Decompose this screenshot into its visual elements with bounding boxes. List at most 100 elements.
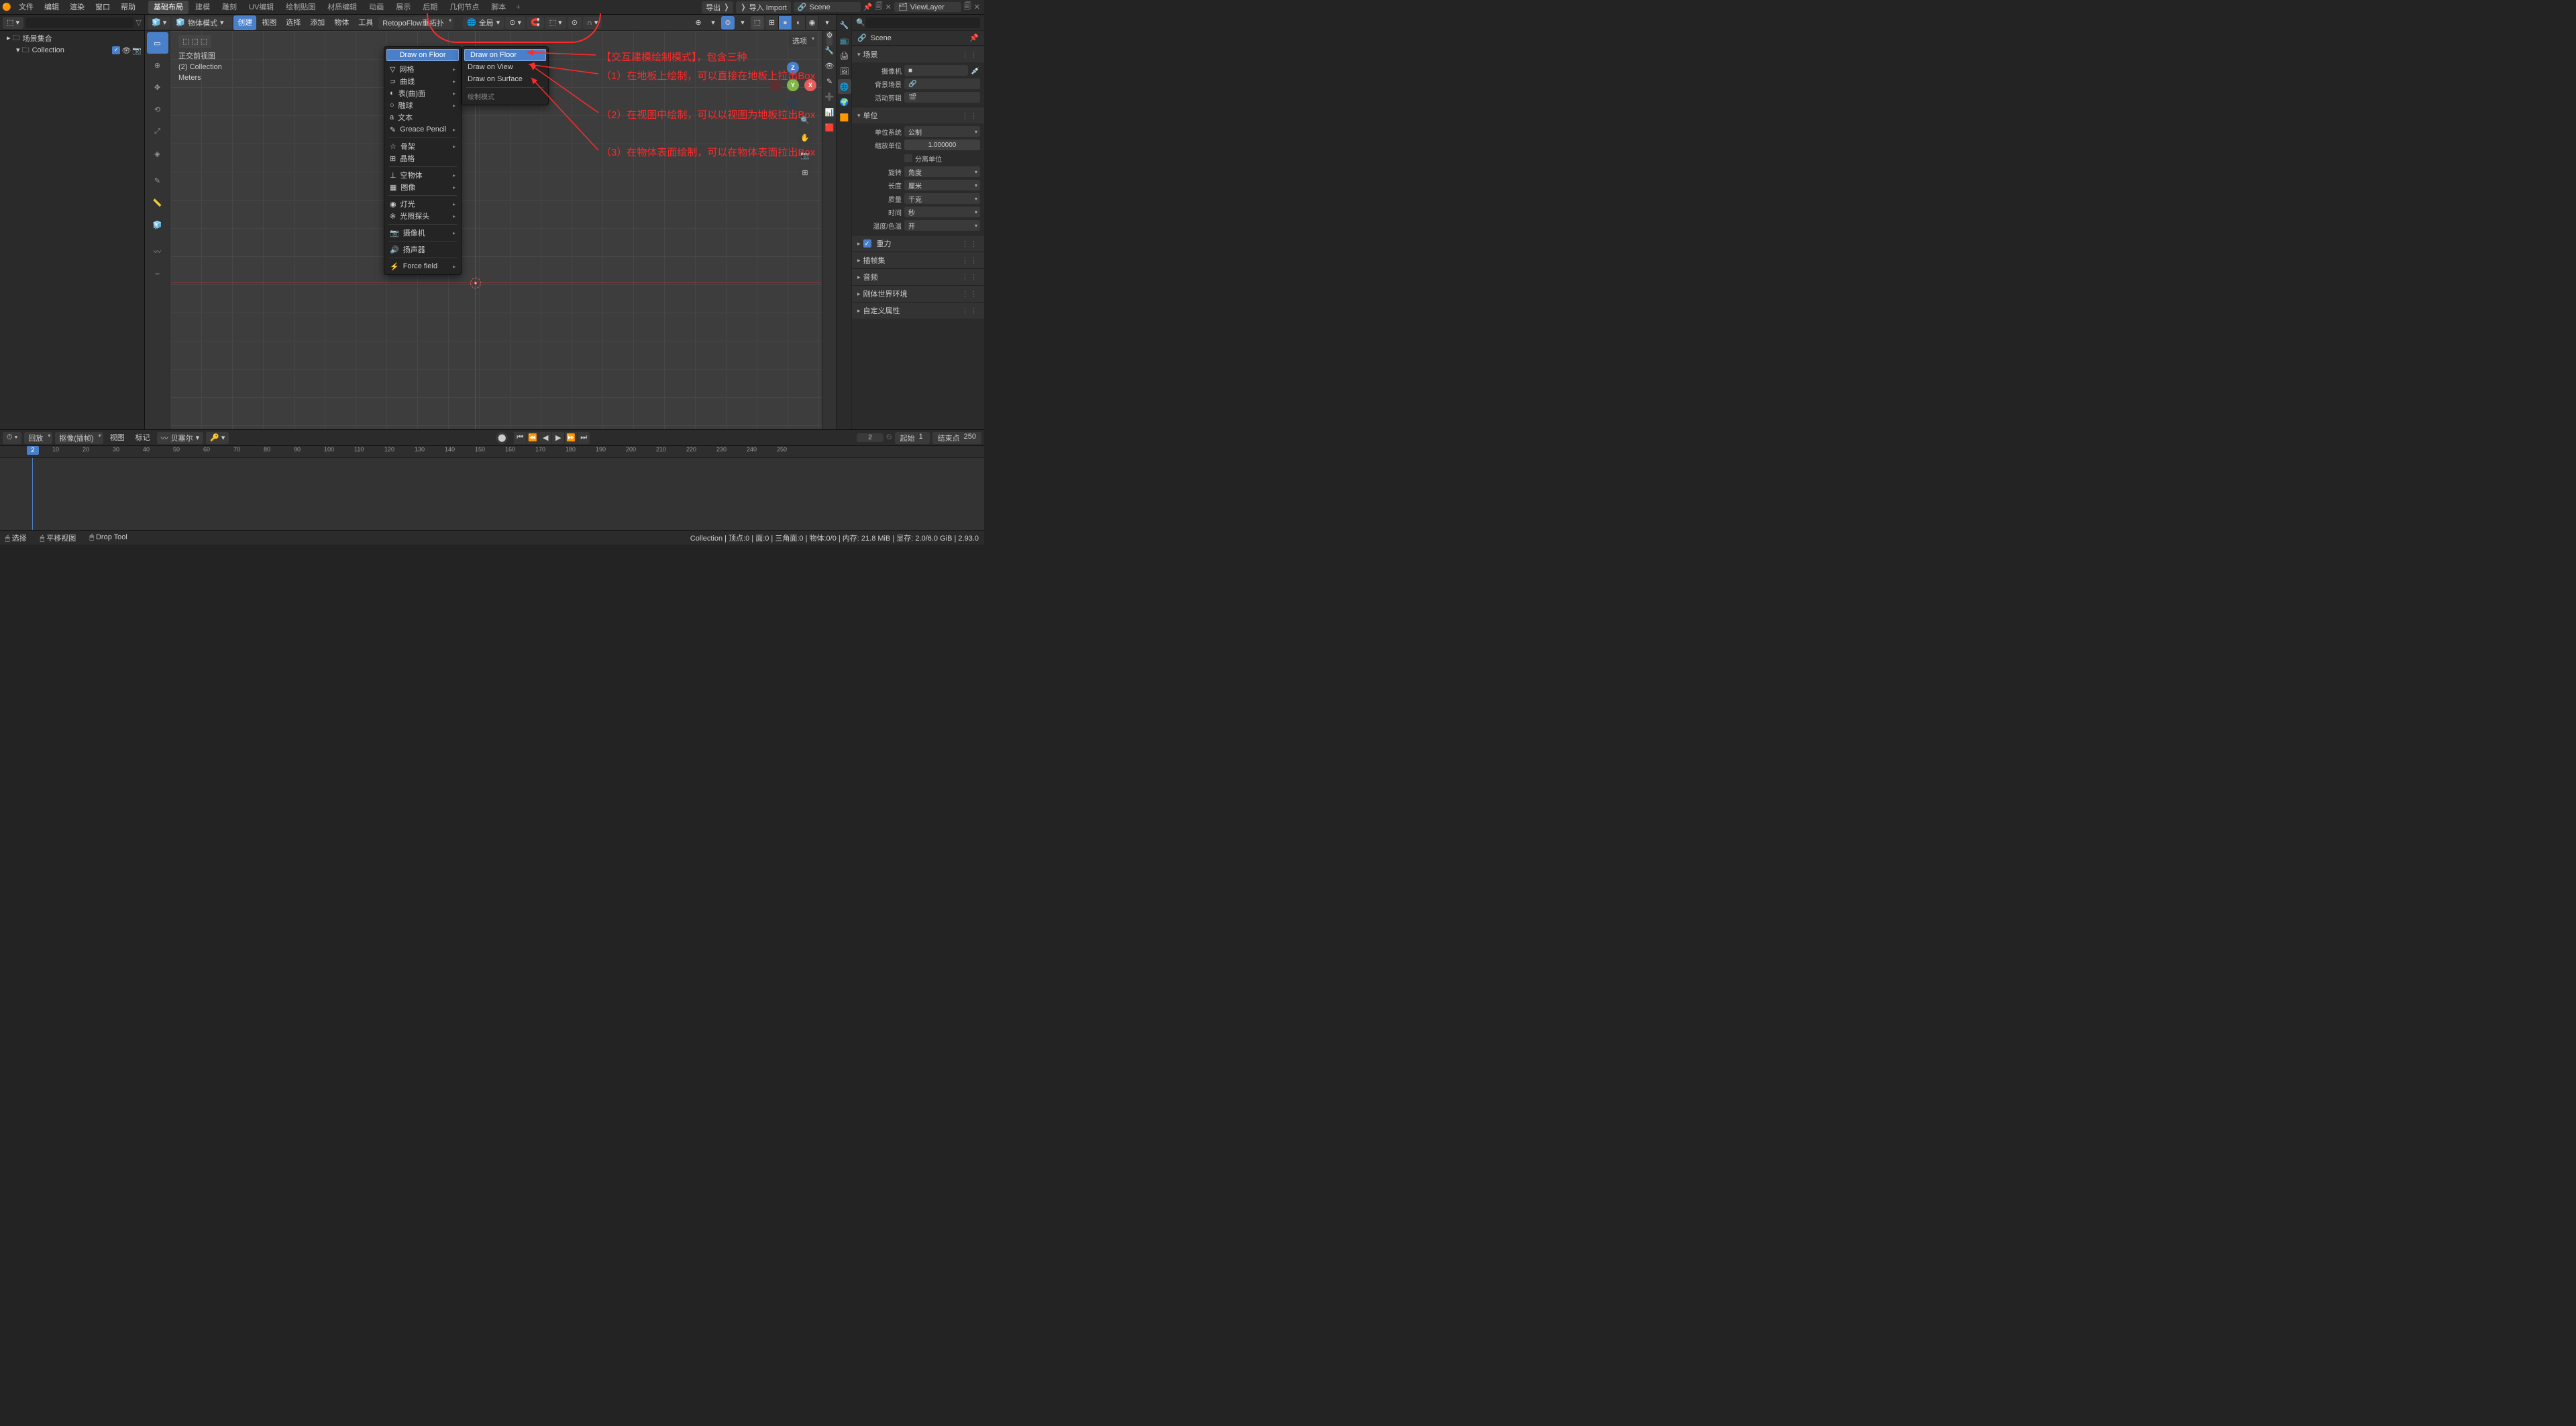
editor-type-icon[interactable]: 🧊 ▾	[148, 17, 170, 29]
filter-icon[interactable]: ▽	[136, 18, 142, 27]
keying-dropdown[interactable]: 抠像(插帧)	[55, 432, 103, 444]
npanel-tab-misc[interactable]: 🟥	[825, 123, 835, 138]
playhead-label[interactable]: 2	[27, 446, 39, 455]
visibility-icon[interactable]: 👁	[121, 46, 131, 55]
submenu-draw-view[interactable]: Draw on View	[462, 61, 548, 73]
npanel-tab-item[interactable]: ⚙	[826, 31, 833, 46]
create-item-image[interactable]: ▦图像▸	[384, 181, 461, 193]
gizmo-menu-icon[interactable]: ▾	[706, 16, 720, 30]
tool-cursor[interactable]: ⊕	[147, 54, 168, 76]
tool-rotate[interactable]: ⟲	[147, 99, 168, 120]
mass-unit-select[interactable]: 千克	[904, 193, 980, 204]
vp-menu-select[interactable]: 选择	[282, 15, 305, 30]
rotation-unit-select[interactable]: 角度	[904, 166, 980, 177]
export-button[interactable]: 导出 ❭	[702, 1, 733, 13]
create-item-camera[interactable]: 📷摄像机▸	[384, 227, 461, 239]
shading-solid-icon[interactable]: ●	[779, 16, 792, 30]
pan-icon[interactable]: ✋	[798, 130, 812, 145]
props-search-icon[interactable]: 🔍	[856, 18, 865, 27]
viewport-projection-toggle[interactable]: ⬚ ⬚ ⬚	[178, 35, 211, 48]
scene-del-icon[interactable]: ✕	[885, 3, 892, 11]
current-frame-field[interactable]: 2	[857, 433, 883, 442]
tool-add-cube[interactable]: 🧊	[147, 214, 168, 235]
create-item-text[interactable]: a文本	[384, 111, 461, 123]
tool-extra1[interactable]: 〰	[147, 241, 168, 262]
workspace-tab-shading[interactable]: 材质编辑	[322, 1, 362, 14]
gizmo-toggle-icon[interactable]: ⊕	[692, 16, 705, 30]
xray-icon[interactable]: ⬚	[751, 16, 764, 30]
overlays-toggle-icon[interactable]: ⊚	[721, 16, 735, 30]
workspace-add-button[interactable]: +	[512, 3, 524, 11]
exclude-checkbox[interactable]	[112, 46, 120, 54]
vp-menu-add[interactable]: 添加	[306, 15, 329, 30]
eyedropper-icon[interactable]: 💉	[971, 66, 980, 75]
npanel-tab-tool[interactable]: 🔧	[825, 46, 835, 61]
unit-system-select[interactable]: 公制	[904, 126, 980, 137]
next-key-icon[interactable]: ⏩	[565, 432, 577, 444]
ptab-scene-icon[interactable]: 🌐	[838, 79, 851, 94]
viewport-options-dropdown[interactable]: 选项	[788, 35, 816, 47]
menu-window[interactable]: 窗口	[90, 0, 115, 15]
viewlayer-new-icon[interactable]: 🗐	[964, 1, 971, 13]
create-item-empty[interactable]: ⊥空物体▸	[384, 169, 461, 181]
viewlayer-del-icon[interactable]: ✕	[974, 3, 980, 11]
panel-gravity-head[interactable]: 重力⋮⋮	[852, 235, 984, 252]
workspace-tab-anim[interactable]: 动画	[364, 1, 389, 14]
shading-menu-icon[interactable]: ▾	[820, 16, 834, 30]
render-icon[interactable]: 📷	[132, 46, 142, 55]
end-frame-field[interactable]: 结束点250	[932, 432, 981, 444]
gravity-checkbox[interactable]	[863, 239, 871, 248]
timeline-ruler[interactable]: 2 10203040506070809010011012013014015016…	[0, 446, 984, 458]
create-item-surface[interactable]: ◐表(曲)面▸	[384, 87, 461, 99]
tool-extra2[interactable]: ⌣	[147, 263, 168, 284]
jump-end-icon[interactable]: ⏭	[578, 432, 590, 444]
panel-scene-head[interactable]: 场景⋮⋮	[852, 46, 984, 62]
ptab-output-icon[interactable]: 🖨	[838, 48, 851, 63]
tool-select-box[interactable]: ▭	[147, 32, 168, 54]
prop-camera-field[interactable]: ■	[904, 65, 968, 76]
create-item-speaker[interactable]: 🔊扬声器	[384, 243, 461, 256]
scene-pin-icon[interactable]: 📌	[863, 3, 873, 11]
create-item-lattice[interactable]: ⊞晶格	[384, 152, 461, 164]
bezier-dropdown[interactable]: 〰 贝塞尔 ▾	[157, 432, 204, 444]
npanel-tab-create[interactable]: ➕	[825, 93, 835, 107]
workspace-tab-geonodes[interactable]: 几何节点	[444, 1, 484, 14]
autokey-toggle[interactable]: ⬤	[496, 432, 508, 444]
ptab-render-icon[interactable]: 📺	[838, 33, 851, 48]
outliner-mode-icon[interactable]: ⬚ ▾	[3, 17, 23, 29]
prop-bgscene-field[interactable]: 🔗	[904, 78, 980, 89]
play-icon[interactable]: ▶	[552, 432, 564, 444]
timeline-view-menu[interactable]: 视图	[106, 431, 129, 445]
create-item-lightprobe[interactable]: ※光照探头▸	[384, 210, 461, 222]
ptab-tool-icon[interactable]: 🔧	[838, 17, 851, 32]
workspace-tab-uv[interactable]: UV编辑	[244, 1, 279, 14]
playback-dropdown[interactable]: 回放	[24, 432, 52, 444]
create-item-metaball[interactable]: ○融球▸	[384, 99, 461, 111]
scene-selector[interactable]: 🔗Scene	[794, 2, 861, 12]
panel-keysets-head[interactable]: 插帧集⋮⋮	[852, 252, 984, 268]
temp-unit-select[interactable]: 开	[904, 220, 980, 231]
workspace-tab-layout[interactable]: 基础布局	[148, 1, 189, 14]
workspace-tab-modeling[interactable]: 建模	[190, 1, 215, 14]
vp-menu-object[interactable]: 物体	[330, 15, 353, 30]
tree-row-scene-collection[interactable]: ▸ 🗀 场景集合	[3, 32, 142, 44]
ortho-toggle-icon[interactable]: ⊞	[798, 165, 812, 180]
tool-move[interactable]: ✥	[147, 76, 168, 98]
timeline-marker-menu[interactable]: 标记	[131, 431, 154, 445]
start-frame-field[interactable]: 起始1	[895, 432, 930, 444]
ptab-world-icon[interactable]: 🌍	[838, 95, 851, 109]
blender-logo-icon[interactable]: 🟠	[0, 3, 13, 11]
create-item-mesh[interactable]: ▽网格▸	[384, 63, 461, 75]
separate-units-checkbox[interactable]	[904, 154, 912, 162]
cursor-3d-icon[interactable]	[470, 278, 481, 288]
create-item-curve[interactable]: ⊃曲线▸	[384, 75, 461, 87]
create-item-light[interactable]: ◉灯光▸	[384, 198, 461, 210]
npanel-tab-edit[interactable]: ✎	[826, 77, 833, 92]
workspace-tab-sculpt[interactable]: 雕刻	[217, 1, 242, 14]
shading-wire-icon[interactable]: ⊞	[765, 16, 779, 30]
workspace-tab-comp[interactable]: 后期	[417, 1, 443, 14]
tool-measure[interactable]: 📏	[147, 192, 168, 213]
viewlayer-selector[interactable]: 🗂ViewLayer	[894, 2, 961, 12]
unit-scale-field[interactable]: 1.000000	[904, 140, 980, 150]
prev-key-icon[interactable]: ⏪	[527, 432, 539, 444]
